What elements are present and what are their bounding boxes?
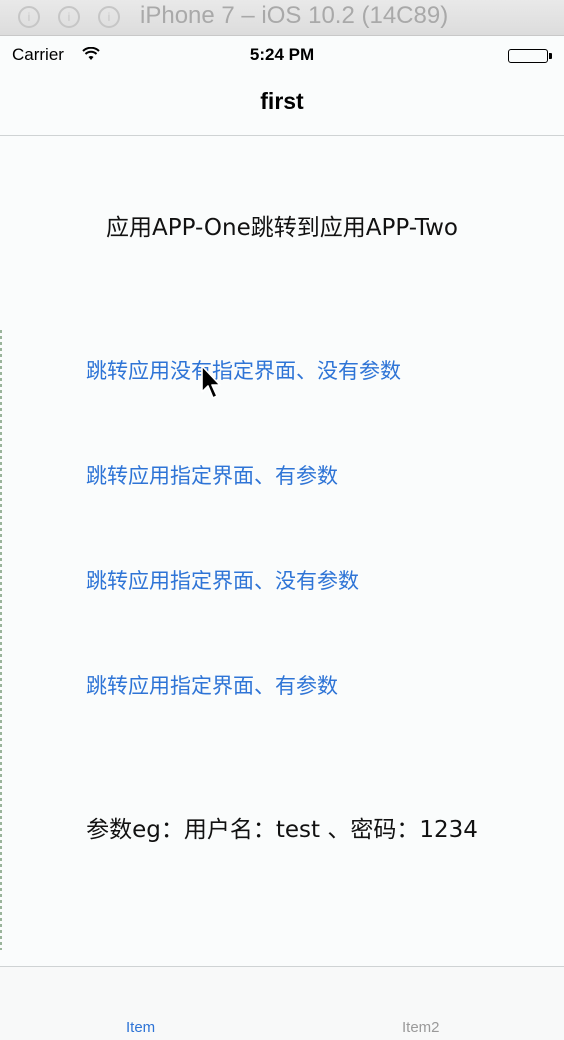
battery-icon [508,49,552,63]
jump-page-with-params-button[interactable]: 跳转应用指定界面、有参数 [86,460,338,490]
mouse-pointer-icon [200,364,222,404]
simulator-title: iPhone 7 – iOS 10.2 (14C89) [140,2,449,29]
tab-item2[interactable]: Item2 [402,1019,440,1036]
nav-title: first [260,88,304,114]
tab-item[interactable]: Item [126,1019,155,1036]
status-bar: Carrier 5:24 PM [0,36,564,74]
navigation-bar: first [0,74,564,136]
jump-page-with-params-button-2[interactable]: 跳转应用指定界面、有参数 [86,670,338,700]
jump-page-no-params-button[interactable]: 跳转应用指定界面、没有参数 [86,565,359,595]
status-time: 5:24 PM [249,45,315,64]
jump-no-page-no-params-button[interactable]: 跳转应用没有指定界面、没有参数 [86,355,401,385]
window-edge-decoration [0,330,2,950]
minimize-window-button[interactable]: i [58,6,80,28]
simulator-frame: i i i iPhone 7 – iOS 10.2 (14C89) Carrie… [0,0,564,1040]
params-example-text: 参数eg：用户名：test 、密码：1234 [86,817,478,843]
tab-bar: Item Item2 [0,966,564,1040]
close-window-button[interactable]: i [18,6,40,28]
page-heading: 应用APP-One跳转到应用APP-Two [105,215,459,241]
zoom-window-button[interactable]: i [98,6,120,28]
simulator-title-bar: i i i iPhone 7 – iOS 10.2 (14C89) [0,0,564,36]
